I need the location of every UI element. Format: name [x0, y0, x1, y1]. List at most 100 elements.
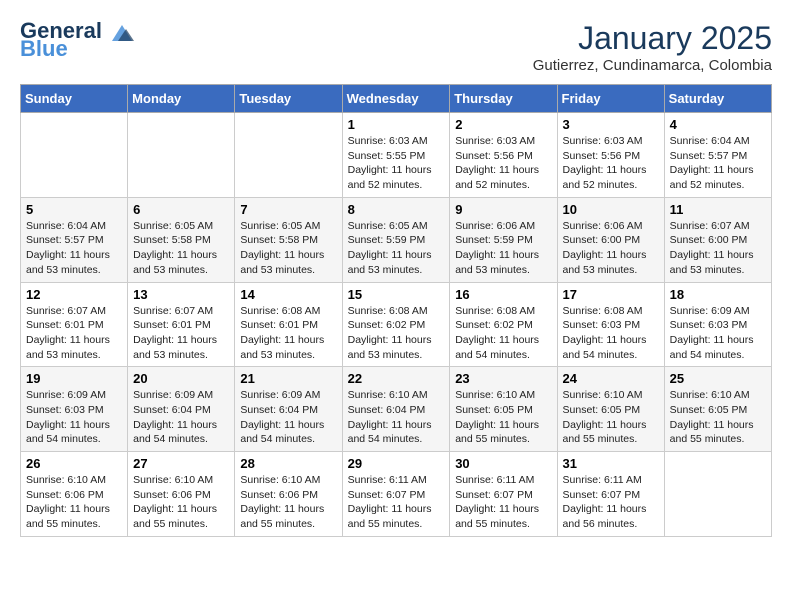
day-info: Sunrise: 6:09 AMSunset: 6:04 PMDaylight:… [133, 389, 217, 445]
logo-icon [108, 23, 136, 45]
day-info: Sunrise: 6:10 AMSunset: 6:05 PMDaylight:… [455, 389, 539, 445]
day-info: Sunrise: 6:05 AMSunset: 5:58 PMDaylight:… [133, 220, 217, 276]
calendar-cell: 1 Sunrise: 6:03 AMSunset: 5:55 PMDaylight… [342, 113, 450, 198]
calendar-cell: 26 Sunrise: 6:10 AMSunset: 6:06 PMDayligh… [21, 452, 128, 537]
page-header: General Blue January 2025 Gutierrez, Cun… [20, 20, 772, 74]
calendar-cell [664, 452, 771, 537]
day-number: 4 [670, 117, 766, 132]
day-number: 25 [670, 371, 766, 386]
weekday-header: Monday [128, 85, 235, 113]
calendar-week-row: 19 Sunrise: 6:09 AMSunset: 6:03 PMDayligh… [21, 367, 772, 452]
day-info: Sunrise: 6:07 AMSunset: 6:01 PMDaylight:… [26, 305, 110, 361]
weekday-header: Friday [557, 85, 664, 113]
day-number: 22 [348, 371, 445, 386]
day-info: Sunrise: 6:10 AMSunset: 6:05 PMDaylight:… [563, 389, 647, 445]
day-number: 10 [563, 202, 659, 217]
calendar-cell: 4 Sunrise: 6:04 AMSunset: 5:57 PMDaylight… [664, 113, 771, 198]
day-info: Sunrise: 6:09 AMSunset: 6:04 PMDaylight:… [240, 389, 324, 445]
day-info: Sunrise: 6:09 AMSunset: 6:03 PMDaylight:… [26, 389, 110, 445]
calendar-cell [128, 113, 235, 198]
day-number: 14 [240, 287, 336, 302]
calendar-table: SundayMondayTuesdayWednesdayThursdayFrid… [20, 84, 772, 537]
weekday-header: Thursday [450, 85, 557, 113]
calendar-cell: 24 Sunrise: 6:10 AMSunset: 6:05 PMDayligh… [557, 367, 664, 452]
weekday-header: Tuesday [235, 85, 342, 113]
calendar-cell: 28 Sunrise: 6:10 AMSunset: 6:06 PMDayligh… [235, 452, 342, 537]
calendar-cell: 2 Sunrise: 6:03 AMSunset: 5:56 PMDaylight… [450, 113, 557, 198]
day-number: 8 [348, 202, 445, 217]
calendar-cell: 6 Sunrise: 6:05 AMSunset: 5:58 PMDaylight… [128, 197, 235, 282]
day-info: Sunrise: 6:03 AMSunset: 5:56 PMDaylight:… [455, 135, 539, 191]
day-number: 16 [455, 287, 551, 302]
calendar-cell: 15 Sunrise: 6:08 AMSunset: 6:02 PMDayligh… [342, 282, 450, 367]
calendar-cell [21, 113, 128, 198]
calendar-cell: 8 Sunrise: 6:05 AMSunset: 5:59 PMDaylight… [342, 197, 450, 282]
calendar-cell: 9 Sunrise: 6:06 AMSunset: 5:59 PMDaylight… [450, 197, 557, 282]
calendar-cell: 23 Sunrise: 6:10 AMSunset: 6:05 PMDayligh… [450, 367, 557, 452]
calendar-cell: 25 Sunrise: 6:10 AMSunset: 6:05 PMDayligh… [664, 367, 771, 452]
day-number: 21 [240, 371, 336, 386]
day-number: 20 [133, 371, 229, 386]
day-info: Sunrise: 6:11 AMSunset: 6:07 PMDaylight:… [348, 474, 432, 530]
day-info: Sunrise: 6:10 AMSunset: 6:06 PMDaylight:… [240, 474, 324, 530]
day-info: Sunrise: 6:10 AMSunset: 6:06 PMDaylight:… [26, 474, 110, 530]
logo-blue: Blue [20, 38, 102, 60]
calendar-cell: 10Sunrise: 6:06 AMSunset: 6:00 PMDayligh… [557, 197, 664, 282]
calendar-cell: 7Sunrise: 6:05 AMSunset: 5:58 PMDaylight… [235, 197, 342, 282]
day-number: 5 [26, 202, 122, 217]
calendar-week-row: 12 Sunrise: 6:07 AMSunset: 6:01 PMDayligh… [21, 282, 772, 367]
day-info: Sunrise: 6:10 AMSunset: 6:04 PMDaylight:… [348, 389, 432, 445]
day-info: Sunrise: 6:04 AMSunset: 5:57 PMDaylight:… [26, 220, 110, 276]
location-title: Gutierrez, Cundinamarca, Colombia [533, 57, 772, 74]
day-number: 29 [348, 456, 445, 471]
day-number: 6 [133, 202, 229, 217]
calendar-cell: 20 Sunrise: 6:09 AMSunset: 6:04 PMDayligh… [128, 367, 235, 452]
weekday-header: Sunday [21, 85, 128, 113]
calendar-cell: 21 Sunrise: 6:09 AMSunset: 6:04 PMDayligh… [235, 367, 342, 452]
day-number: 13 [133, 287, 229, 302]
day-number: 26 [26, 456, 122, 471]
day-number: 12 [26, 287, 122, 302]
day-info: Sunrise: 6:03 AMSunset: 5:55 PMDaylight:… [348, 135, 432, 191]
day-number: 15 [348, 287, 445, 302]
day-number: 23 [455, 371, 551, 386]
day-info: Sunrise: 6:08 AMSunset: 6:03 PMDaylight:… [563, 305, 647, 361]
day-number: 7 [240, 202, 336, 217]
day-number: 18 [670, 287, 766, 302]
day-number: 11 [670, 202, 766, 217]
day-info: Sunrise: 6:05 AMSunset: 5:59 PMDaylight:… [348, 220, 432, 276]
day-number: 9 [455, 202, 551, 217]
calendar-cell: 3Sunrise: 6:03 AMSunset: 5:56 PMDaylight… [557, 113, 664, 198]
calendar-cell: 30Sunrise: 6:11 AMSunset: 6:07 PMDayligh… [450, 452, 557, 537]
calendar-cell: 5 Sunrise: 6:04 AMSunset: 5:57 PMDaylight… [21, 197, 128, 282]
calendar-week-row: 5 Sunrise: 6:04 AMSunset: 5:57 PMDaylight… [21, 197, 772, 282]
day-info: Sunrise: 6:08 AMSunset: 6:02 PMDaylight:… [348, 305, 432, 361]
day-number: 17 [563, 287, 659, 302]
day-number: 19 [26, 371, 122, 386]
day-info: Sunrise: 6:10 AMSunset: 6:05 PMDaylight:… [670, 389, 754, 445]
calendar-cell: 13 Sunrise: 6:07 AMSunset: 6:01 PMDayligh… [128, 282, 235, 367]
day-number: 24 [563, 371, 659, 386]
calendar-cell: 11 Sunrise: 6:07 AMSunset: 6:00 PMDayligh… [664, 197, 771, 282]
day-info: Sunrise: 6:06 AMSunset: 5:59 PMDaylight:… [455, 220, 539, 276]
day-number: 1 [348, 117, 445, 132]
day-info: Sunrise: 6:07 AMSunset: 6:01 PMDaylight:… [133, 305, 217, 361]
day-info: Sunrise: 6:08 AMSunset: 6:02 PMDaylight:… [455, 305, 539, 361]
title-block: January 2025 Gutierrez, Cundinamarca, Co… [533, 20, 772, 74]
day-info: Sunrise: 6:07 AMSunset: 6:00 PMDaylight:… [670, 220, 754, 276]
day-number: 3 [563, 117, 659, 132]
logo: General Blue [20, 20, 136, 60]
calendar-week-row: 26 Sunrise: 6:10 AMSunset: 6:06 PMDayligh… [21, 452, 772, 537]
calendar-cell [235, 113, 342, 198]
day-info: Sunrise: 6:04 AMSunset: 5:57 PMDaylight:… [670, 135, 754, 191]
day-info: Sunrise: 6:09 AMSunset: 6:03 PMDaylight:… [670, 305, 754, 361]
day-info: Sunrise: 6:08 AMSunset: 6:01 PMDaylight:… [240, 305, 324, 361]
day-info: Sunrise: 6:11 AMSunset: 6:07 PMDaylight:… [563, 474, 647, 530]
weekday-header: Wednesday [342, 85, 450, 113]
month-title: January 2025 [533, 20, 772, 57]
day-info: Sunrise: 6:11 AMSunset: 6:07 PMDaylight:… [455, 474, 539, 530]
day-number: 2 [455, 117, 551, 132]
header-row: SundayMondayTuesdayWednesdayThursdayFrid… [21, 85, 772, 113]
day-number: 28 [240, 456, 336, 471]
calendar-cell: 12 Sunrise: 6:07 AMSunset: 6:01 PMDayligh… [21, 282, 128, 367]
